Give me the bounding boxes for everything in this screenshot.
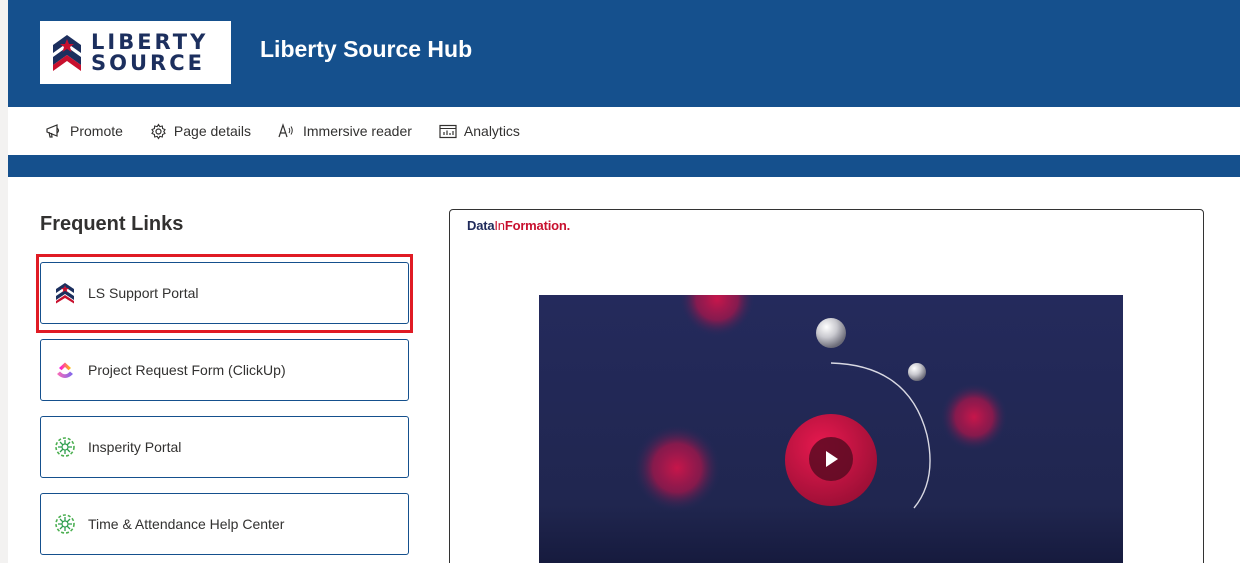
link-label: Project Request Form (ClickUp) (88, 362, 286, 378)
frequent-links-title: Frequent Links (40, 213, 184, 235)
analytics-button[interactable]: Analytics (439, 123, 520, 139)
datainformation-brand: DataInFormation. (467, 218, 570, 233)
page-details-button[interactable]: Page details (150, 122, 251, 140)
clickup-icon (53, 358, 77, 382)
immersive-reader-button[interactable]: Immersive reader (278, 123, 412, 139)
media-panel: DataInFormation. (449, 209, 1204, 563)
logo-line-2: SOURCE (91, 50, 205, 75)
megaphone-icon (46, 124, 60, 138)
left-gutter (0, 0, 8, 563)
brand-part-1: Data (467, 218, 495, 233)
link-time-attendance-help[interactable]: Time & Attendance Help Center (40, 493, 409, 555)
highlight-box (36, 254, 413, 333)
video-player[interactable] (539, 295, 1123, 563)
link-insperity-portal[interactable]: Insperity Portal (40, 416, 409, 478)
insperity-icon (53, 512, 77, 536)
header-band (8, 155, 1240, 177)
liberty-source-logo-icon (53, 34, 81, 71)
page-content: Frequent Links LS Support Portal Project… (8, 177, 1240, 563)
logo-line-1: LIBERTY (91, 29, 209, 54)
immersive-reader-icon (278, 123, 293, 138)
link-label: Insperity Portal (88, 439, 182, 455)
brand-part-3: Formation (504, 218, 567, 233)
command-bar: Promote Page details Immersive reader An… (8, 107, 1240, 155)
site-header: LIBERTY SOURCE Liberty Source Hub (8, 0, 1240, 107)
page-details-label: Page details (173, 123, 251, 139)
video-thumbnail (539, 295, 1123, 563)
analytics-label: Analytics (463, 123, 520, 139)
logo-text: LIBERTY SOURCE (91, 29, 209, 75)
promote-button[interactable]: Promote (45, 123, 123, 139)
link-project-request-form[interactable]: Project Request Form (ClickUp) (40, 339, 409, 401)
immersive-reader-label: Immersive reader (302, 123, 412, 139)
link-label: Time & Attendance Help Center (88, 516, 285, 532)
analytics-icon (439, 124, 457, 138)
gear-icon (151, 122, 166, 140)
insperity-icon (53, 435, 77, 459)
site-title[interactable]: Liberty Source Hub (260, 36, 472, 63)
site-logo[interactable]: LIBERTY SOURCE (40, 21, 231, 84)
brand-part-2: In (494, 218, 505, 233)
promote-label: Promote (70, 123, 123, 139)
brand-dot: . (566, 218, 571, 233)
